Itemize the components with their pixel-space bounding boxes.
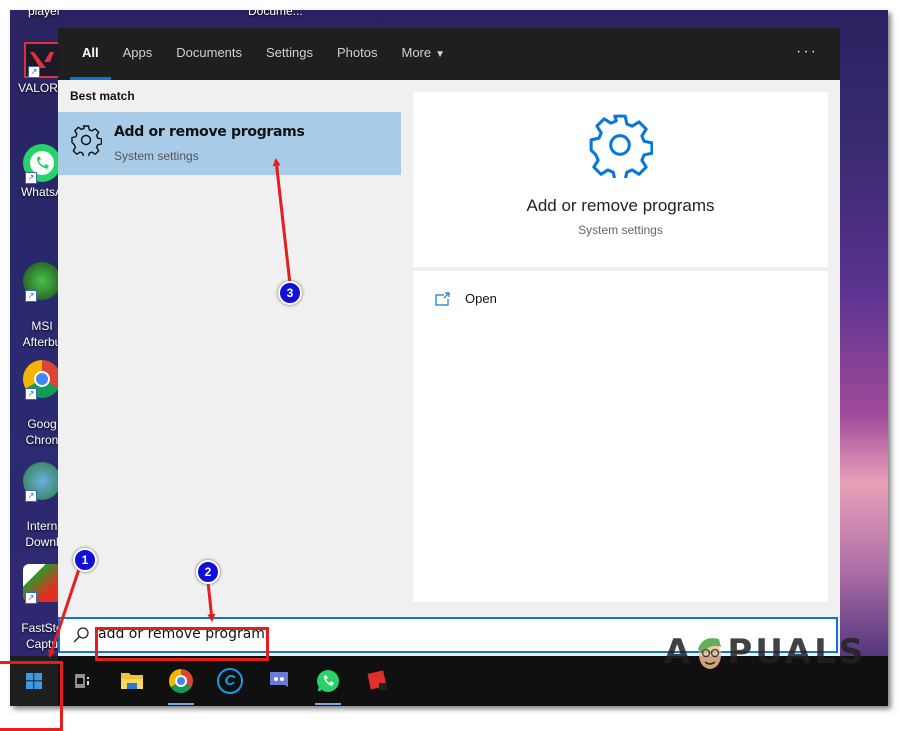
- taskbar-roblox[interactable]: [361, 664, 395, 698]
- desktop-label-documents: Docume...: [248, 10, 303, 18]
- actions-card: Open: [413, 271, 828, 602]
- step-badge-1: 1: [73, 548, 97, 572]
- discord-icon: [270, 672, 288, 687]
- shortcut-arrow-icon: ↗: [25, 290, 37, 302]
- open-window-icon: [435, 291, 450, 306]
- tab-label: Photos: [337, 45, 378, 60]
- best-match-heading: Best match: [70, 89, 135, 103]
- caret-down-icon: ▼: [435, 49, 446, 60]
- tab-label: Settings: [266, 45, 313, 60]
- whatsapp-icon: [317, 670, 339, 692]
- tab-label: More: [401, 45, 432, 60]
- preview-title: Add or remove programs: [526, 196, 715, 215]
- windows-logo-icon: [26, 673, 42, 689]
- shortcut-arrow-icon: ↗: [25, 172, 37, 184]
- gear-icon: [71, 125, 102, 156]
- faststone-icon: ↗: [23, 564, 61, 604]
- task-view-icon: [75, 674, 89, 688]
- idm-icon: ↗: [23, 462, 61, 502]
- open-action[interactable]: Open: [435, 291, 497, 306]
- more-options-button[interactable]: ···: [796, 28, 818, 76]
- roblox-icon: [367, 670, 387, 690]
- shortcut-arrow-icon: ↗: [25, 490, 37, 502]
- valorant-icon: ↗: [24, 42, 60, 78]
- taskbar-google-chrome[interactable]: [164, 664, 198, 705]
- tab-apps[interactable]: Apps: [111, 28, 165, 80]
- tab-all[interactable]: All: [70, 28, 111, 80]
- best-match-result[interactable]: Add or remove programs System settings: [58, 112, 401, 175]
- taskbar-discord[interactable]: [262, 664, 296, 698]
- preview-card: Add or remove programs System settings: [413, 92, 828, 267]
- search-panel: All Apps Documents Settings Photos More ▼…: [58, 28, 840, 666]
- best-match-subtitle: System settings: [114, 149, 199, 163]
- start-button[interactable]: [10, 656, 58, 706]
- results-list: Best match Add or remove programs System…: [58, 80, 401, 666]
- tab-label: Apps: [122, 45, 153, 60]
- shortcut-arrow-icon: ↗: [28, 66, 40, 78]
- chrome-icon: ↗: [23, 360, 61, 400]
- appuals-mascot-icon: [698, 637, 722, 669]
- tab-label: Documents: [176, 45, 243, 60]
- best-match-title: Add or remove programs: [114, 124, 305, 140]
- search-input[interactable]: [98, 622, 268, 646]
- tab-settings[interactable]: Settings: [254, 28, 325, 80]
- file-explorer-icon: [121, 673, 143, 689]
- tab-more[interactable]: More ▼: [389, 28, 457, 80]
- whatsapp-icon: ↗: [23, 144, 61, 184]
- search-tabs: All Apps Documents Settings Photos More ▼…: [58, 28, 840, 80]
- task-view-button[interactable]: [65, 664, 99, 698]
- search-icon: [73, 627, 89, 643]
- gear-icon: [589, 114, 653, 178]
- watermark-text: PUALS: [727, 632, 867, 672]
- tab-label: All: [82, 45, 99, 60]
- taskbar-ccleaner[interactable]: C: [213, 664, 247, 698]
- watermark-text: A: [664, 632, 694, 672]
- msi-afterburner-icon: ↗: [23, 262, 61, 302]
- open-action-label: Open: [465, 291, 497, 306]
- shortcut-arrow-icon: ↗: [25, 592, 37, 604]
- preview-pane: Add or remove programs System settings O…: [413, 92, 828, 602]
- ccleaner-icon: C: [217, 668, 243, 694]
- preview-subtitle: System settings: [578, 223, 663, 237]
- chrome-icon: [169, 669, 193, 693]
- shortcut-arrow-icon: ↗: [25, 388, 37, 400]
- taskbar-file-explorer[interactable]: [115, 664, 149, 698]
- step-badge-3: 3: [278, 281, 302, 305]
- desktop-label-player: player: [28, 10, 61, 18]
- step-badge-2: 2: [196, 560, 220, 584]
- taskbar-whatsapp[interactable]: [311, 664, 345, 705]
- appuals-watermark: A PUALS: [664, 632, 866, 673]
- tab-documents[interactable]: Documents: [164, 28, 254, 80]
- tab-photos[interactable]: Photos: [325, 28, 389, 80]
